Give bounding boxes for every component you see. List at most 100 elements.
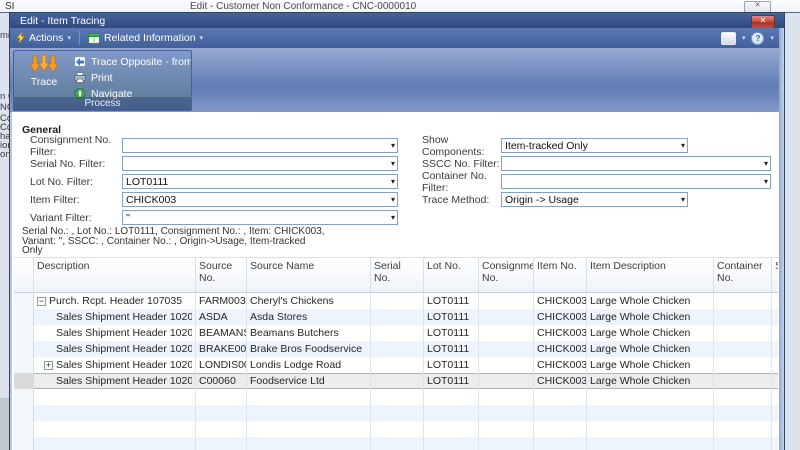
related-information-menu[interactable]: Related Information ▾	[82, 28, 209, 48]
field-label: Container No. Filter:	[422, 170, 501, 194]
table-cell	[714, 405, 772, 421]
table-cell	[772, 389, 778, 405]
table-cell	[772, 341, 778, 357]
table-cell	[587, 389, 714, 405]
table-cell	[772, 293, 778, 309]
table-row[interactable]: +Sales Shipment Header 102042LONDIS002Lo…	[14, 357, 778, 373]
item-tracing-titlebar[interactable]: Edit - Item Tracing ✕	[10, 13, 784, 28]
tree-spacer	[44, 345, 56, 354]
filter-input[interactable]: Item-tracked Only▾	[501, 138, 688, 153]
filter-input[interactable]: Origin -> Usage ▾	[501, 192, 688, 207]
table-row[interactable]: Sales Shipment Header 102043C00060Foodse…	[14, 373, 778, 389]
filter-input[interactable]: ''▾	[122, 210, 398, 225]
table-cell	[371, 373, 424, 389]
expand-icon[interactable]: +	[44, 361, 53, 370]
table-cell: Cheryl's Chickens	[247, 293, 371, 309]
choose-pane-icon[interactable]	[721, 32, 736, 45]
table-cell	[772, 421, 778, 437]
row-indicator	[14, 341, 34, 357]
table-cell	[772, 325, 778, 341]
table-cell	[371, 341, 424, 357]
column-header[interactable]: Description	[34, 258, 196, 292]
column-header[interactable]: Consignment No.	[479, 258, 534, 292]
table-cell	[772, 405, 778, 421]
summary-line: Only	[22, 246, 442, 256]
tree-indent	[37, 317, 44, 318]
dropdown-arrow-icon[interactable]: ▾	[391, 159, 395, 168]
background-scrollbar-fragment	[0, 398, 10, 450]
table-cell: Asda Stores	[247, 309, 371, 325]
table-cell: LOT0111	[424, 293, 479, 309]
help-icon[interactable]: ?	[751, 32, 764, 45]
filter-input[interactable]: ▾	[501, 156, 771, 171]
table-row[interactable]: −Purch. Rcpt. Header 107035FARM003Cheryl…	[14, 293, 778, 309]
process-group-items: Trace Opposite - from Line Print Na	[74, 55, 192, 100]
table-cell	[714, 373, 772, 389]
dropdown-arrow-icon[interactable]: ▾	[681, 195, 685, 204]
description-text: Purch. Rcpt. Header 107035	[49, 295, 182, 307]
table-cell	[479, 437, 534, 450]
menu-separator	[79, 31, 80, 45]
filter-input[interactable]: ▾	[122, 138, 398, 153]
filter-input[interactable]: ▾	[501, 174, 771, 189]
dropdown-arrow-icon[interactable]: ▾	[391, 213, 395, 222]
filter-field-row: Consignment No. Filter:▾	[30, 138, 398, 153]
column-header[interactable]: Item No.	[534, 258, 587, 292]
dropdown-arrow-icon[interactable]: ▾	[391, 177, 395, 186]
print-button[interactable]: Print	[74, 71, 192, 84]
menu-bar: Actions ▾ Related Information ▾ ▾ ? ▾	[10, 28, 784, 49]
column-header[interactable]: Serial No.	[371, 258, 424, 292]
dropdown-arrow-icon[interactable]: ▾	[681, 141, 685, 150]
filter-field-row: Lot No. Filter:LOT0111▾	[30, 174, 398, 189]
filter-field-row: Item Filter:CHICK003▾	[30, 192, 398, 207]
trace-button[interactable]: Trace	[20, 54, 68, 96]
table-cell	[479, 341, 534, 357]
trace-opposite-button[interactable]: Trace Opposite - from Line	[74, 55, 192, 68]
column-header[interactable]: Item Description	[587, 258, 714, 292]
table-cell: Foodservice Ltd	[247, 373, 371, 389]
actions-menu-label: Actions	[29, 32, 63, 44]
table-cell: +Sales Shipment Header 102042	[34, 357, 196, 373]
table-header-indicator	[14, 258, 34, 292]
column-header[interactable]: Source Name	[247, 258, 371, 292]
table-row[interactable]: Sales Shipment Header 102041BRAKE001Brak…	[14, 341, 778, 357]
filter-input[interactable]: ▾	[122, 156, 398, 171]
column-header[interactable]: Lot No.	[424, 258, 479, 292]
filter-input[interactable]: CHICK003▾	[122, 192, 398, 207]
row-indicator	[14, 325, 34, 341]
empty-row	[14, 389, 778, 405]
table-cell	[479, 309, 534, 325]
table-cell	[587, 405, 714, 421]
chevron-down-icon[interactable]: ▾	[770, 34, 774, 42]
action-pane-ribbon: Trace Trace Opposite - from Line	[10, 48, 784, 113]
column-header[interactable]: Source No.	[196, 258, 247, 292]
field-value: Origin -> Usage	[505, 194, 579, 206]
table-cell: Large Whole Chicken	[587, 341, 714, 357]
table-row[interactable]: Sales Shipment Header 102039ASDAAsda Sto…	[14, 309, 778, 325]
tree-indent	[37, 333, 44, 334]
table-cell	[371, 405, 424, 421]
filter-input[interactable]: LOT0111▾	[122, 174, 398, 189]
trace-summary: Serial No.: , Lot No.: LOT0111, Consignm…	[22, 227, 442, 256]
row-indicator	[14, 389, 34, 405]
chevron-down-icon: ▾	[67, 34, 71, 42]
collapse-icon[interactable]: −	[37, 297, 46, 306]
dropdown-arrow-icon[interactable]: ▾	[764, 159, 768, 168]
table-cell: LOT0111	[424, 325, 479, 341]
chevron-down-icon[interactable]: ▾	[742, 34, 746, 42]
filter-field-row: Serial No. Filter:▾	[30, 156, 398, 171]
dropdown-arrow-icon[interactable]: ▾	[391, 195, 395, 204]
column-header[interactable]: S	[772, 258, 778, 292]
table-cell	[534, 437, 587, 450]
column-header[interactable]: Container No.	[714, 258, 772, 292]
description-text: Sales Shipment Header 102041	[56, 343, 192, 355]
table-cell: Large Whole Chicken	[587, 325, 714, 341]
actions-menu[interactable]: Actions ▾	[10, 28, 77, 48]
dropdown-arrow-icon[interactable]: ▾	[391, 141, 395, 150]
table-row[interactable]: Sales Shipment Header 102040BEAMANSBeama…	[14, 325, 778, 341]
dropdown-arrow-icon[interactable]: ▾	[764, 177, 768, 186]
close-button[interactable]: ✕	[751, 15, 775, 29]
empty-row	[14, 437, 778, 450]
table-header-row: DescriptionSource No.Source NameSerial N…	[14, 257, 778, 293]
process-group-label: Process	[14, 97, 191, 110]
